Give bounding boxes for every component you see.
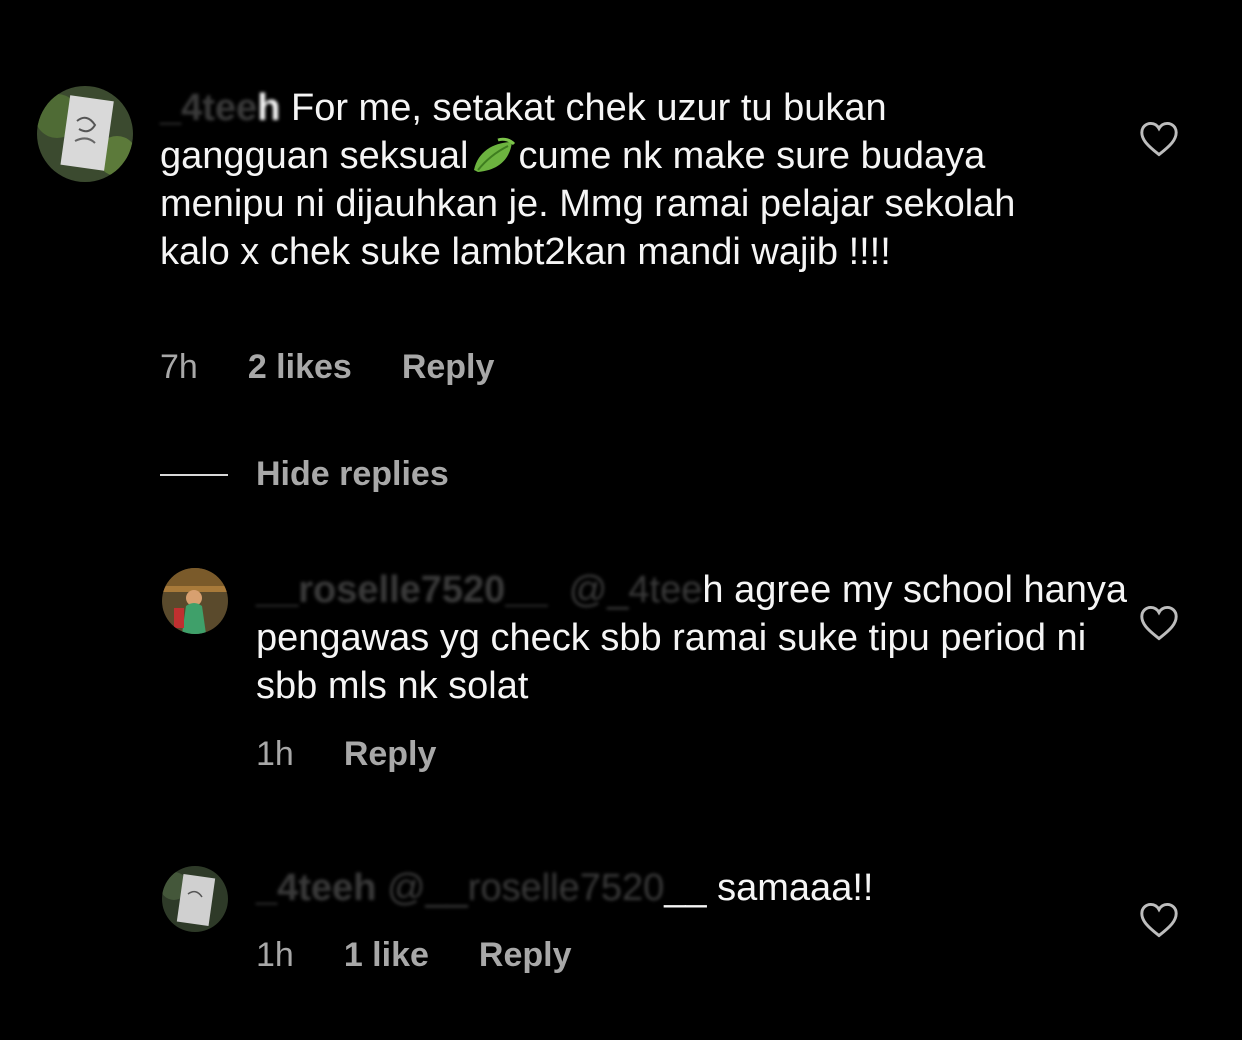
avatar-image: [37, 86, 133, 182]
like-heart-icon[interactable]: [1139, 121, 1179, 157]
reply-time: 1h: [256, 936, 294, 974]
reply-meta: 1h 1 like Reply: [256, 936, 572, 975]
reply-button[interactable]: Reply: [479, 936, 572, 975]
hide-replies-button[interactable]: Hide replies: [160, 455, 449, 494]
reply-username[interactable]: __roselle7520__: [256, 569, 548, 611]
leaf-emoji-icon: [468, 136, 518, 176]
reply-mention[interactable]: @_4tee: [569, 569, 703, 611]
avatar-image: [162, 866, 228, 932]
like-heart-icon[interactable]: [1139, 902, 1179, 938]
comment-text: _4teeh For me, setakat chek uzur tu buka…: [160, 84, 1060, 276]
reply-username[interactable]: _4teeh: [256, 867, 376, 909]
hide-replies-label: Hide replies: [256, 455, 449, 493]
avatar[interactable]: [37, 86, 133, 182]
reply-time: 1h: [256, 735, 294, 773]
reply-mention-tail: h: [702, 569, 724, 611]
reply-mention[interactable]: @__roselle7520: [387, 867, 664, 909]
divider-line: [160, 473, 228, 476]
avatar-image: [162, 568, 228, 634]
comment-time: 7h: [160, 348, 198, 386]
comment-likes[interactable]: 2 likes: [248, 348, 352, 387]
reply-body: samaaa!!: [706, 867, 874, 909]
like-heart-icon[interactable]: [1139, 605, 1179, 641]
reply-mention-tail: __: [664, 867, 707, 909]
reply-text: _4teeh @__roselle7520__ samaaa!!: [256, 864, 1136, 912]
reply-text: __roselle7520__ @_4teeh agree my school …: [256, 566, 1136, 710]
reply-button[interactable]: Reply: [344, 735, 437, 774]
reply-likes[interactable]: 1 like: [344, 936, 429, 975]
avatar[interactable]: [162, 568, 228, 634]
reply-button[interactable]: Reply: [402, 348, 495, 387]
comment-username[interactable]: _4teeh: [160, 87, 280, 129]
avatar[interactable]: [162, 866, 228, 932]
reply-meta: 1h Reply: [256, 735, 436, 774]
comment-meta: 7h 2 likes Reply: [160, 348, 494, 387]
